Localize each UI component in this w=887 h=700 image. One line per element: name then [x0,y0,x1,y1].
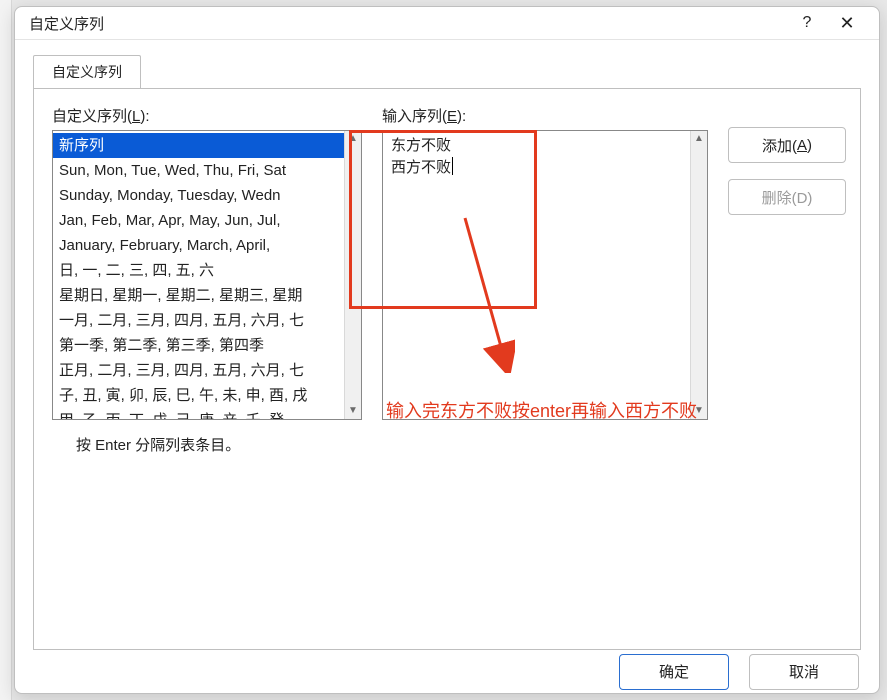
close-icon: ✕ [839,13,854,34]
entries-label: 输入序列(E): [382,105,708,126]
entry-line: 西方不败 [391,157,682,179]
help-icon: ? [803,14,812,32]
list-item[interactable]: 日, 一, 二, 三, 四, 五, 六 [53,258,344,283]
list-item[interactable]: Jan, Feb, Mar, Apr, May, Jun, Jul, [53,208,344,233]
dialog-title: 自定义序列 [29,13,787,34]
scroll-up-icon: ▲ [348,134,358,144]
entry-hint: 按 Enter 分隔列表条目。 [76,434,362,455]
dialog-footer: 确定 取消 [15,650,879,693]
close-button[interactable]: ✕ [827,7,867,39]
list-item[interactable]: 子, 丑, 寅, 卯, 辰, 巳, 午, 未, 申, 酉, 戌 [53,383,344,408]
entry-line: 东方不败 [391,135,682,157]
left-column: 自定义序列(L): 新序列Sun, Mon, Tue, Wed, Thu, Fr… [52,105,362,455]
text-caret [452,157,453,175]
ok-button[interactable]: 确定 [619,654,729,690]
list-item[interactable]: 正月, 二月, 三月, 四月, 五月, 六月, 七 [53,358,344,383]
background-app-edge [0,0,12,700]
custom-lists-listbox[interactable]: 新序列Sun, Mon, Tue, Wed, Thu, Fri, SatSund… [52,130,362,420]
textarea-scrollbar[interactable]: ▲ ▼ [690,131,707,419]
help-button[interactable]: ? [787,7,827,39]
tab-custom-lists[interactable]: 自定义序列 [33,55,141,89]
add-button[interactable]: 添加(A) [728,127,846,163]
list-item[interactable]: 一月, 二月, 三月, 四月, 五月, 六月, 七 [53,308,344,333]
list-item[interactable]: 甲, 乙, 丙, 丁, 戊, 己, 庚, 辛, 壬, 癸 [53,408,344,420]
title-bar: 自定义序列 ? ✕ [15,7,879,40]
scroll-up-icon: ▲ [694,134,704,144]
right-column: 添加(A) 删除(D) [728,105,846,455]
list-item[interactable]: Sunday, Monday, Tuesday, Wedn [53,183,344,208]
list-item[interactable]: January, February, March, April, [53,233,344,258]
annotation-text: 输入完东方不败按enter再输入西方不败 [386,397,697,423]
list-item[interactable]: Sun, Mon, Tue, Wed, Thu, Fri, Sat [53,158,344,183]
tab-label: 自定义序列 [52,64,122,80]
listbox-scrollbar[interactable]: ▲ ▼ [344,131,361,419]
list-item[interactable]: 星期日, 星期一, 星期二, 星期三, 星期 [53,283,344,308]
dialog-content: 自定义序列 自定义序列(L): 新序列Sun, Mon, Tue, Wed, T… [15,40,879,650]
delete-button[interactable]: 删除(D) [728,179,846,215]
list-item[interactable]: 第一季, 第二季, 第三季, 第四季 [53,333,344,358]
scroll-down-icon: ▼ [348,406,358,416]
custom-lists-label: 自定义序列(L): [52,105,362,126]
list-entries-textarea[interactable]: 东方不败西方不败 ▲ ▼ [382,130,708,420]
cancel-button[interactable]: 取消 [749,654,859,690]
tab-panel: 自定义序列(L): 新序列Sun, Mon, Tue, Wed, Thu, Fr… [33,88,861,650]
tab-strip: 自定义序列 [33,54,861,88]
list-item[interactable]: 新序列 [53,133,344,158]
custom-lists-dialog: 自定义序列 ? ✕ 自定义序列 自定义序列(L): [14,6,880,694]
